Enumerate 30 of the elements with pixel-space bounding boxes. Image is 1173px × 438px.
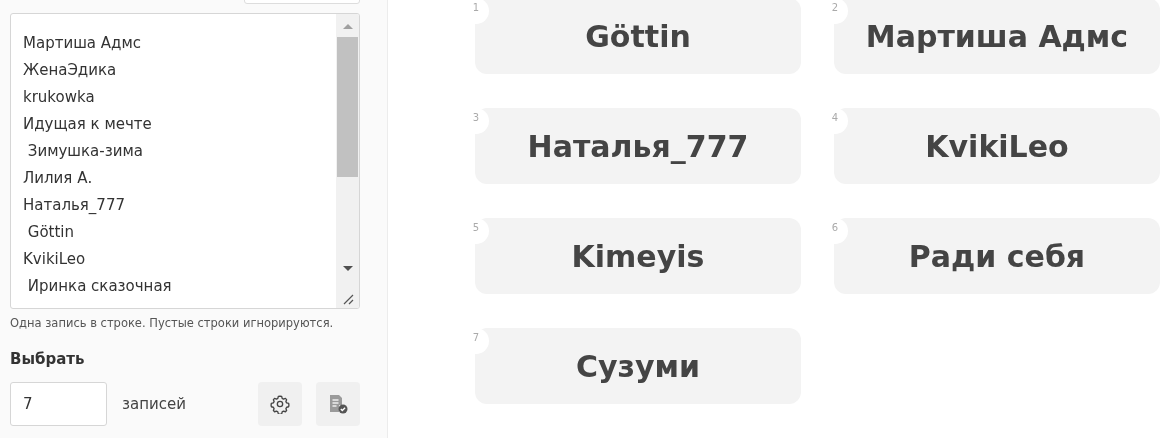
- result-name: Мартиша Адмс: [865, 18, 1129, 54]
- result-name: Göttin: [585, 18, 691, 54]
- entry-line: KvikiLeo: [23, 249, 87, 270]
- unit-label: записей: [122, 395, 187, 413]
- result-name: KvikiLeo: [925, 128, 1069, 164]
- result-name: Наталья_777: [527, 128, 749, 164]
- entry-line: Идущая к мечте: [23, 114, 153, 135]
- hint-text: Одна запись в строке. Пустые строки игнорируются.: [10, 316, 335, 330]
- entries-field[interactable]: Мартиша Адмс ЖенаЭдика krukowka Идущая к мечте Зимушка-зима Лилия А. Наталья_777 Göttin KvikiLeo Иринка сказочная: [10, 13, 360, 309]
- entry-line: Иринка сказочная: [26, 276, 173, 297]
- entry-line: Наталья_777: [23, 195, 126, 216]
- entry-line: Лилия А.: [23, 168, 94, 189]
- settings-icon: [270, 394, 290, 414]
- entry-line: Зимушка-зима: [26, 141, 144, 162]
- result-name: Ради себя: [908, 238, 1086, 274]
- scrollbar-thumb[interactable]: [337, 37, 358, 177]
- section-label: Выбрать: [10, 350, 86, 368]
- settings-button[interactable]: [258, 382, 302, 426]
- entry-line: krukowka: [23, 87, 96, 108]
- result-name: Сузуми: [575, 348, 701, 384]
- count-field[interactable]: 7: [10, 382, 107, 426]
- resize-grip-icon[interactable]: [341, 293, 354, 305]
- entry-line: Мартиша Адмс: [23, 33, 143, 54]
- document-check-icon: [327, 393, 349, 415]
- down-arrow-icon[interactable]: [341, 263, 354, 273]
- checklist-button[interactable]: [316, 382, 360, 426]
- scrollbar[interactable]: [336, 14, 359, 308]
- result-name: Kimeyis: [571, 238, 705, 274]
- entry-line: ЖенаЭдика: [23, 60, 118, 81]
- entry-line: Göttin: [26, 222, 75, 243]
